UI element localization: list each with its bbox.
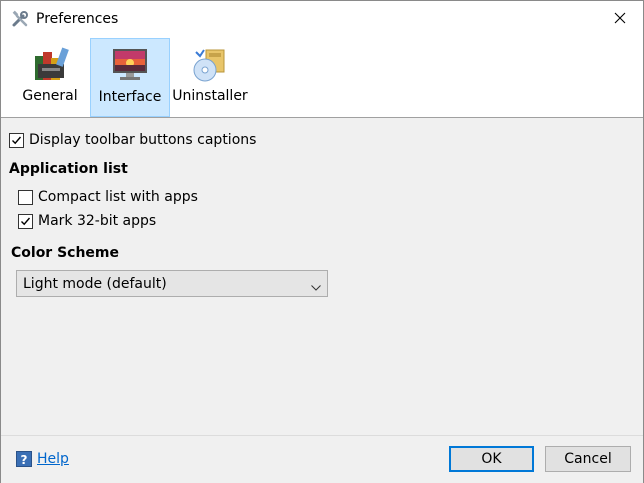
help-icon[interactable]: ? <box>16 451 32 467</box>
uninstall-cd-icon <box>190 44 230 84</box>
help-link[interactable]: Help <box>37 451 69 467</box>
chevron-down-icon <box>311 279 321 295</box>
color-scheme-title: Color Scheme <box>11 245 120 261</box>
color-scheme-value: Light mode (default) <box>23 276 167 292</box>
checkmark-icon <box>12 136 22 145</box>
color-scheme-select[interactable]: Light mode (default) <box>16 270 328 297</box>
tab-label: General <box>22 88 78 104</box>
tab-label: Interface <box>98 89 162 105</box>
tab-uninstaller[interactable]: Uninstaller <box>172 38 248 117</box>
tab-general[interactable]: General <box>12 38 88 117</box>
display-captions-checkbox[interactable] <box>9 133 24 148</box>
compact-list-checkbox[interactable] <box>18 190 33 205</box>
mark-32bit-checkbox[interactable] <box>18 214 33 229</box>
cancel-button[interactable]: Cancel <box>545 446 631 472</box>
application-list-title: Application list <box>9 161 128 177</box>
tab-toolbar: General Interface Uninstaller <box>1 38 643 118</box>
close-icon <box>614 12 626 28</box>
dialog-footer: ? Help OK Cancel <box>1 435 643 483</box>
books-icon <box>30 44 70 84</box>
monitor-sunset-icon <box>110 45 150 85</box>
close-button[interactable] <box>597 1 643 38</box>
compact-list-label[interactable]: Compact list with apps <box>38 189 198 205</box>
display-captions-label[interactable]: Display toolbar buttons captions <box>29 132 256 148</box>
tools-icon <box>11 10 29 28</box>
preferences-window: Preferences General Interface Uninstalle… <box>0 0 644 483</box>
tab-label: Uninstaller <box>172 88 248 104</box>
mark-32bit-label[interactable]: Mark 32-bit apps <box>38 213 156 229</box>
interface-settings-panel: Display toolbar buttons captions Applica… <box>1 118 643 435</box>
ok-button[interactable]: OK <box>449 446 534 472</box>
tab-interface[interactable]: Interface <box>90 38 170 117</box>
window-title: Preferences <box>36 11 119 27</box>
checkmark-icon <box>21 217 31 226</box>
title-bar: Preferences <box>1 1 643 38</box>
